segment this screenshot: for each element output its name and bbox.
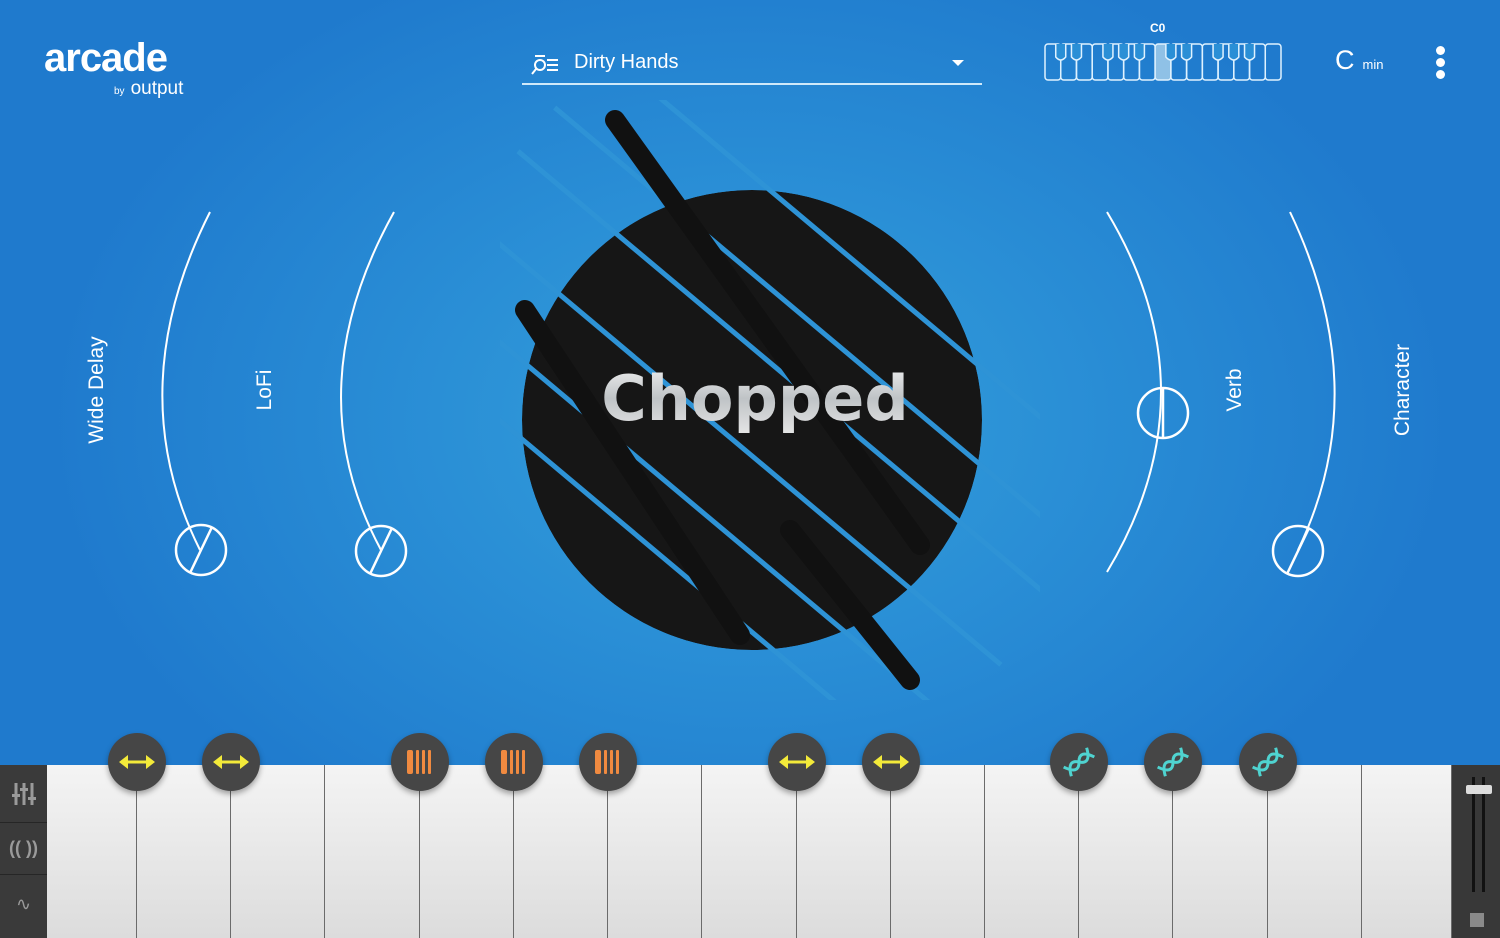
wide-delay-knob[interactable] xyxy=(174,523,228,577)
macro-badge[interactable] xyxy=(862,733,920,791)
dna-icon xyxy=(1251,745,1285,779)
arrows-horizontal-icon xyxy=(873,754,909,770)
white-key[interactable] xyxy=(1079,765,1173,938)
wide-delay-label: Wide Delay xyxy=(85,336,108,444)
stop-icon[interactable] xyxy=(1470,913,1484,927)
lfo-wave-icon[interactable]: ∿ xyxy=(0,875,47,933)
macro-badge[interactable] xyxy=(1239,733,1297,791)
macro-badge[interactable] xyxy=(768,733,826,791)
white-key[interactable] xyxy=(137,765,231,938)
character-arc xyxy=(1289,211,1336,551)
macro-badge[interactable] xyxy=(391,733,449,791)
verb-knob[interactable] xyxy=(1136,386,1190,440)
arrows-horizontal-icon xyxy=(213,754,249,770)
verb-label: Verb xyxy=(1223,368,1246,412)
white-key[interactable] xyxy=(1173,765,1268,938)
bars-icon xyxy=(593,749,623,775)
macro-badge[interactable] xyxy=(485,733,543,791)
white-key[interactable] xyxy=(47,765,137,938)
verb-arc xyxy=(1106,211,1162,573)
white-key[interactable] xyxy=(420,765,514,938)
dna-icon xyxy=(1156,745,1190,779)
macro-badge[interactable] xyxy=(1050,733,1108,791)
white-key[interactable] xyxy=(985,765,1079,938)
bars-icon xyxy=(499,749,529,775)
white-key[interactable] xyxy=(1362,765,1452,938)
volume-fader-handle[interactable] xyxy=(1466,785,1492,794)
preset-title: Chopped xyxy=(601,362,908,435)
mixer-icon[interactable] xyxy=(0,765,47,823)
lofi-label: LoFi xyxy=(253,369,276,411)
character-knob[interactable] xyxy=(1271,524,1325,578)
macro-badge[interactable] xyxy=(108,733,166,791)
piano-keyboard[interactable]: (( )) ∿ xyxy=(0,765,1500,938)
stereo-icon[interactable]: (( )) xyxy=(0,823,47,875)
white-key[interactable] xyxy=(514,765,608,938)
white-key[interactable] xyxy=(891,765,985,938)
lofi-knob[interactable] xyxy=(354,524,408,578)
wide-delay-arc xyxy=(161,211,211,551)
white-key[interactable] xyxy=(231,765,325,938)
white-key[interactable] xyxy=(608,765,702,938)
lofi-arc xyxy=(340,211,395,551)
volume-fader[interactable] xyxy=(1452,765,1500,938)
chopped-artwork: Chopped xyxy=(500,100,1040,700)
macro-badge[interactable] xyxy=(579,733,637,791)
white-key[interactable] xyxy=(325,765,420,938)
dna-icon xyxy=(1062,745,1096,779)
arrows-horizontal-icon xyxy=(779,754,815,770)
white-key[interactable] xyxy=(702,765,797,938)
white-key[interactable] xyxy=(1268,765,1362,938)
left-sidebar: (( )) ∿ xyxy=(0,765,47,938)
bars-icon xyxy=(405,749,435,775)
macro-badge[interactable] xyxy=(1144,733,1202,791)
arrows-horizontal-icon xyxy=(119,754,155,770)
macro-badge[interactable] xyxy=(202,733,260,791)
character-label: Character xyxy=(1391,343,1414,437)
white-key[interactable] xyxy=(797,765,891,938)
